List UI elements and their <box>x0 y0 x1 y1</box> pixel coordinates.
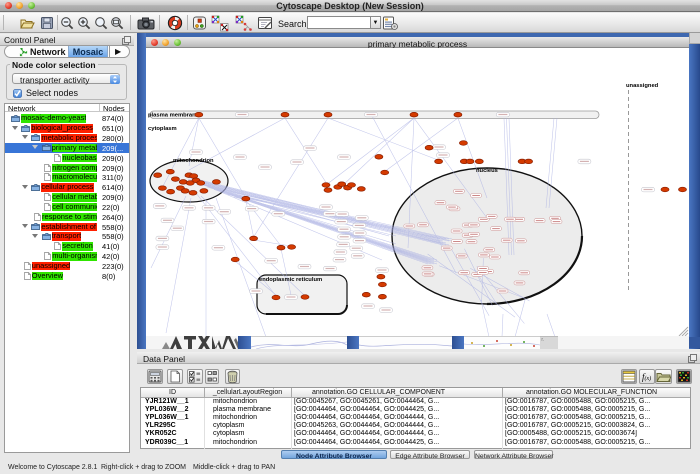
svg-text:f(x): f(x) <box>642 372 651 382</box>
svg-text:cytoplasm: cytoplasm <box>148 126 177 132</box>
svg-text:endoplasmic reticulum: endoplasmic reticulum <box>259 277 322 283</box>
svg-text:unassigned: unassigned <box>626 83 659 89</box>
svg-text:plasma membrane: plasma membrane <box>148 113 200 119</box>
svg-text:nucleus: nucleus <box>476 168 498 174</box>
svg-text:mitochondrion: mitochondrion <box>173 158 214 164</box>
